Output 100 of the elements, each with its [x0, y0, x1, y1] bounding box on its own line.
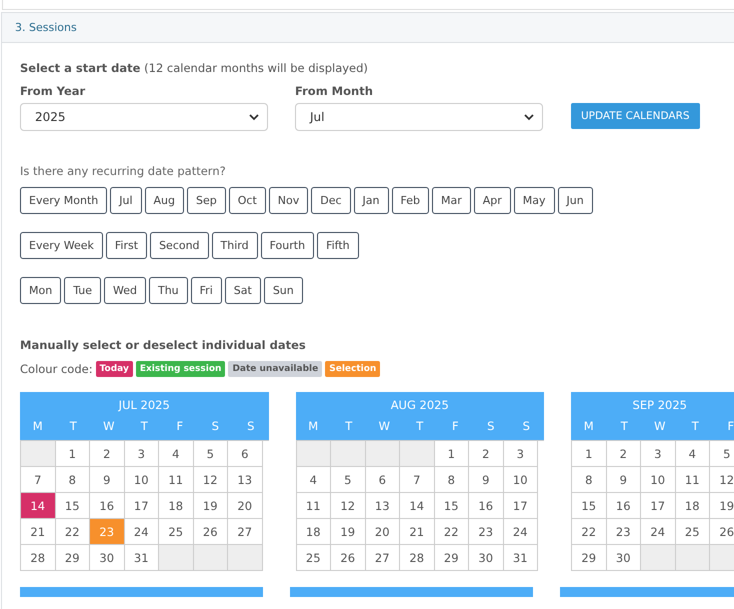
day-cell[interactable]: 16 [606, 493, 641, 519]
day-cell[interactable]: 25 [296, 545, 331, 571]
day-cell[interactable]: 15 [434, 493, 469, 519]
day-cell[interactable]: 20 [228, 493, 262, 519]
day-cell[interactable]: 16 [90, 493, 124, 519]
day-cell[interactable]: 24 [641, 519, 676, 545]
pattern-toggle[interactable]: May [514, 187, 555, 214]
pattern-toggle[interactable]: Aug [144, 187, 184, 214]
select-field[interactable]: Jul [295, 103, 543, 131]
day-cell[interactable]: 10 [124, 467, 159, 493]
day-cell[interactable]: 6 [228, 441, 262, 467]
day-cell[interactable]: 14 [400, 493, 434, 519]
day-cell[interactable]: 7 [21, 467, 56, 493]
day-cell[interactable]: 17 [504, 493, 538, 519]
pattern-toggle[interactable]: Jun [558, 187, 593, 214]
pattern-toggle[interactable]: Dec [311, 187, 351, 214]
pattern-toggle[interactable]: Every Month [20, 187, 108, 214]
pattern-toggle[interactable]: Tue [64, 277, 101, 304]
panel-title[interactable]: 3. Sessions [1, 12, 734, 43]
day-cell[interactable]: 29 [56, 545, 90, 571]
day-cell[interactable]: 27 [228, 519, 262, 545]
day-cell[interactable]: 2 [90, 441, 124, 467]
day-cell[interactable]: 16 [469, 493, 504, 519]
day-cell[interactable]: 2 [469, 441, 504, 467]
day-cell[interactable]: 4 [676, 441, 710, 467]
pattern-toggle[interactable]: Apr [474, 187, 511, 214]
pattern-toggle[interactable]: Wed [104, 277, 146, 304]
pattern-toggle[interactable]: Jul [110, 187, 142, 214]
day-cell[interactable]: 31 [124, 545, 159, 571]
day-cell[interactable]: 18 [676, 493, 710, 519]
day-cell[interactable]: 17 [641, 493, 676, 519]
pattern-toggle[interactable]: Oct [228, 187, 266, 214]
day-cell[interactable]: 4 [296, 467, 331, 493]
day-cell[interactable]: 18 [159, 493, 194, 519]
day-cell[interactable]: 19 [194, 493, 228, 519]
day-cell[interactable]: 3 [504, 441, 538, 467]
day-cell[interactable]: 8 [572, 467, 606, 493]
day-cell[interactable]: 28 [21, 545, 56, 571]
day-cell[interactable]: 28 [400, 545, 434, 571]
day-cell[interactable]: 13 [366, 493, 400, 519]
day-cell[interactable]: 18 [296, 519, 331, 545]
day-cell[interactable]: 1 [56, 441, 90, 467]
day-cell[interactable]: 25 [159, 519, 194, 545]
day-cell[interactable]: 15 [56, 493, 90, 519]
day-cell[interactable]: 3 [124, 441, 159, 467]
day-cell[interactable]: 20 [366, 519, 400, 545]
day-cell[interactable]: 8 [56, 467, 90, 493]
day-cell[interactable]: 21 [21, 519, 56, 545]
day-cell[interactable]: 23 [606, 519, 641, 545]
day-cell[interactable]: 23 [469, 519, 504, 545]
pattern-toggle[interactable]: Sat [224, 277, 261, 304]
day-cell[interactable]: 29 [434, 545, 469, 571]
day-cell[interactable]: 19 [331, 519, 366, 545]
day-cell[interactable]: 9 [90, 467, 124, 493]
day-cell[interactable]: 22 [56, 519, 90, 545]
day-cell[interactable]: 26 [331, 545, 366, 571]
day-cell[interactable]: 30 [469, 545, 504, 571]
day-cell[interactable]: 21 [400, 519, 434, 545]
pattern-toggle[interactable]: Mon [20, 277, 62, 304]
day-cell[interactable]: 13 [228, 467, 262, 493]
day-cell[interactable]: 24 [504, 519, 538, 545]
day-cell[interactable]: 17 [124, 493, 159, 519]
pattern-toggle[interactable]: Second [150, 232, 209, 259]
day-cell[interactable]: 4 [159, 441, 194, 467]
day-cell[interactable]: 22 [572, 519, 606, 545]
day-cell[interactable]: 10 [504, 467, 538, 493]
day-cell[interactable]: 22 [434, 519, 469, 545]
day-cell[interactable]: 5 [194, 441, 228, 467]
pattern-toggle[interactable]: Nov [268, 187, 308, 214]
day-cell[interactable]: 9 [606, 467, 641, 493]
day-cell[interactable]: 25 [676, 519, 710, 545]
day-cell[interactable]: 11 [159, 467, 194, 493]
day-cell[interactable]: 8 [434, 467, 469, 493]
day-cell[interactable]: 14 [21, 493, 56, 519]
day-cell[interactable]: 27 [366, 545, 400, 571]
day-cell[interactable]: 24 [124, 519, 159, 545]
pattern-toggle[interactable]: Third [212, 232, 258, 259]
day-cell[interactable]: 11 [296, 493, 331, 519]
pattern-toggle[interactable]: Every Week [20, 232, 103, 259]
day-cell[interactable]: 7 [400, 467, 434, 493]
day-cell[interactable]: 10 [641, 467, 676, 493]
day-cell[interactable]: 26 [194, 519, 228, 545]
day-cell[interactable]: 11 [676, 467, 710, 493]
pattern-toggle[interactable]: Fourth [260, 232, 314, 259]
day-cell[interactable]: 1 [572, 441, 606, 467]
day-cell[interactable]: 15 [572, 493, 606, 519]
pattern-toggle[interactable]: First [106, 232, 148, 259]
day-cell[interactable]: 30 [90, 545, 124, 571]
day-cell[interactable]: 31 [504, 545, 538, 571]
day-cell[interactable]: 30 [606, 545, 641, 571]
pattern-toggle[interactable]: Thu [148, 277, 188, 304]
pattern-toggle[interactable]: Fri [190, 277, 222, 304]
pattern-toggle[interactable]: Sep [187, 187, 226, 214]
pattern-toggle[interactable]: Fifth [317, 232, 359, 259]
pattern-toggle[interactable]: Mar [432, 187, 471, 214]
pattern-toggle[interactable]: Sun [264, 277, 303, 304]
day-cell[interactable]: 29 [572, 545, 606, 571]
pattern-toggle[interactable]: Feb [392, 187, 429, 214]
day-cell[interactable]: 12 [194, 467, 228, 493]
day-cell[interactable]: 3 [641, 441, 676, 467]
